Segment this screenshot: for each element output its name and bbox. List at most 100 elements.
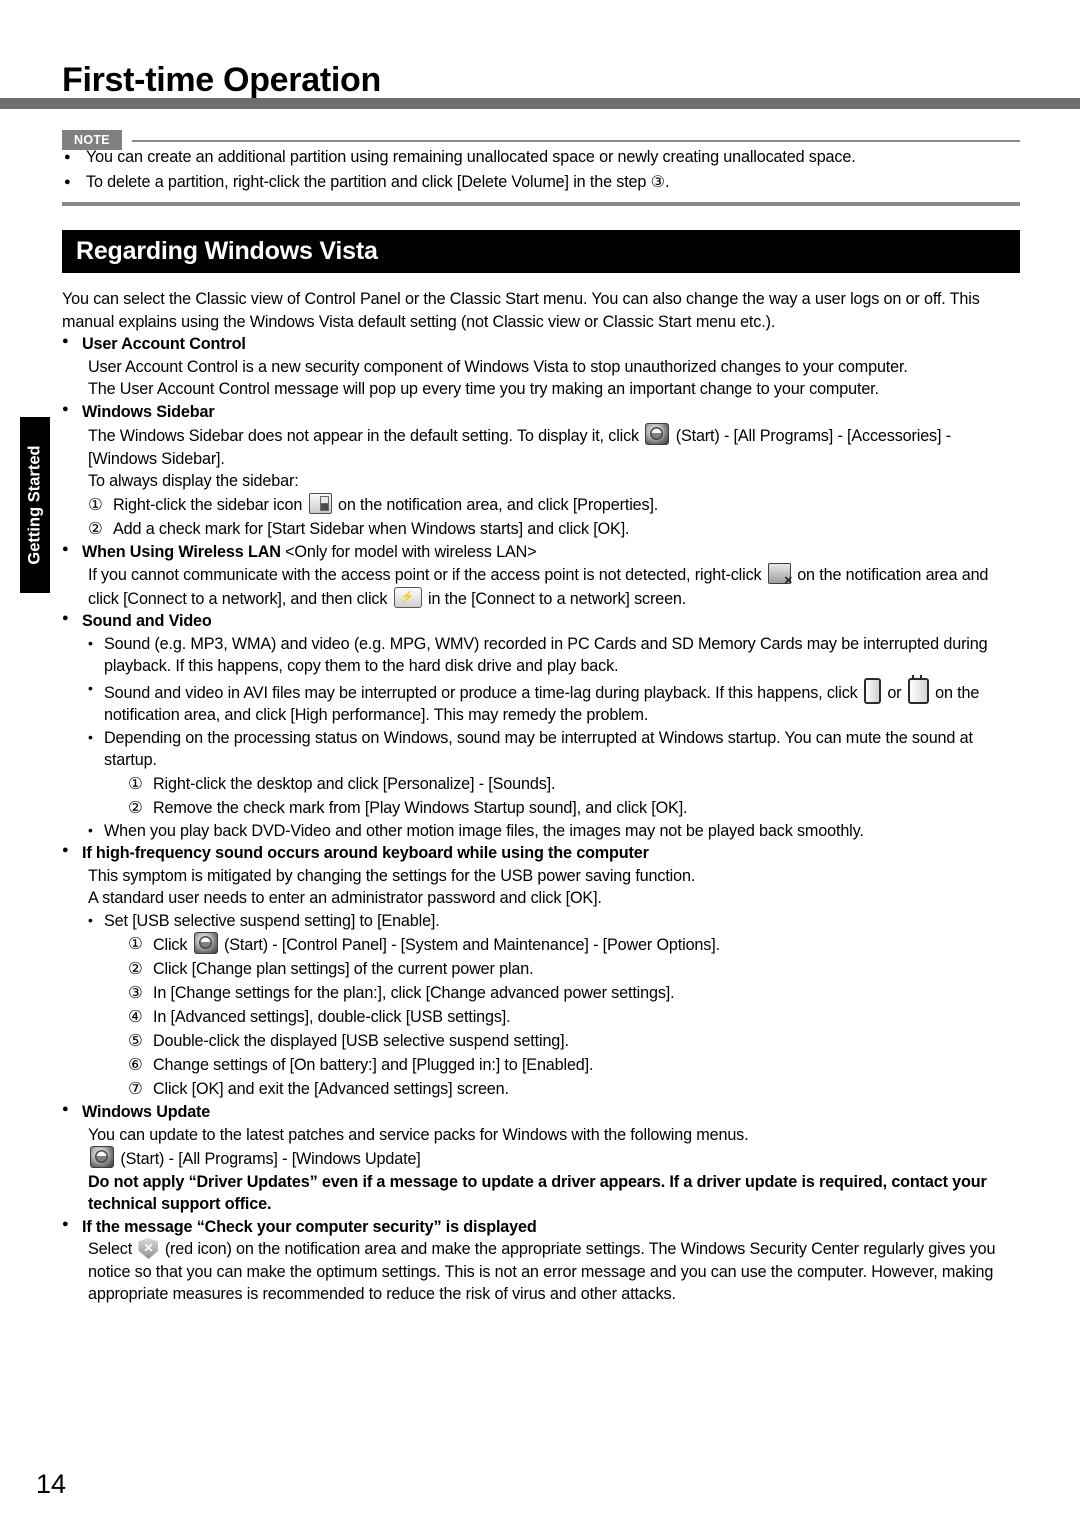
step-text: Change settings of [On battery:] and [Pl… — [153, 1056, 594, 1074]
sub-bullet: Depending on the processing status on Wi… — [88, 727, 1020, 772]
paragraph: You can update to the latest patches and… — [88, 1125, 749, 1144]
sub-bullet-text: Depending on the processing status on Wi… — [104, 728, 973, 770]
bullet-icon — [62, 401, 82, 419]
sub-bullet-text: Set [USB selective suspend setting] to [… — [104, 911, 440, 930]
step-text: In [Change settings for the plan:], clic… — [153, 984, 675, 1002]
numbered-step: ① Right-click the sidebar icon on the no… — [88, 492, 1020, 517]
topic-heading-bold: When Using Wireless LAN — [82, 542, 281, 561]
bullet-icon — [62, 333, 82, 351]
topic-body: Sound (e.g. MP3, WMA) and video (e.g. MP… — [62, 633, 1020, 843]
topic-body: User Account Control is a new security c… — [62, 356, 1020, 401]
connect-to-network-button-icon — [393, 586, 422, 608]
side-tab-label: Getting Started — [25, 445, 44, 565]
topic-body: If you cannot communicate with the acces… — [62, 563, 1020, 610]
step-number: ⑥ — [128, 1056, 143, 1074]
sub-bullet-icon — [88, 727, 104, 750]
power-plug-icon — [907, 674, 929, 704]
numbered-step: ② Remove the check mark from [Play Windo… — [128, 796, 1020, 820]
paragraph: User Account Control is a new security c… — [88, 357, 908, 376]
step-text: Remove the check mark from [Play Windows… — [153, 798, 688, 817]
paragraph-part: (red icon) on the notification area and … — [88, 1240, 996, 1303]
topic-heading: Windows Update — [82, 1103, 211, 1121]
document-page: First-time Operation Getting Started NOT… — [0, 0, 1080, 1528]
note-item: You can create an additional partition u… — [62, 146, 1020, 171]
topic-user-account-control: User Account Control User Account Contro… — [62, 333, 1020, 401]
step-text: Right-click the desktop and click [Perso… — [153, 774, 556, 793]
paragraph: This symptom is mitigated by changing th… — [88, 866, 696, 885]
topic-windows-update: Windows Update You can update to the lat… — [62, 1101, 1020, 1216]
sub-bullet-part: Sound and video in AVI files may be inte… — [104, 683, 858, 702]
numbered-step: ② Add a check mark for [Start Sidebar wh… — [88, 517, 1020, 541]
bullet-icon — [62, 842, 82, 860]
sub-bullet-icon — [88, 633, 104, 656]
sub-bullet-icon — [88, 820, 104, 843]
topic-heading: Sound and Video — [82, 612, 212, 630]
sub-bullet: When you play back DVD-Video and other m… — [88, 820, 1020, 843]
numbered-step: ① Click (Start) - [Control Panel] - [Sys… — [128, 932, 1020, 957]
windows-start-orb-icon — [645, 423, 670, 445]
topic-heading-row: When Using Wireless LAN <Only for model … — [62, 541, 1020, 564]
paragraph-part: The Windows Sidebar does not appear in t… — [88, 427, 639, 445]
paragraph-part: Select — [88, 1240, 133, 1258]
sub-bullet-steps: ① Right-click the desktop and click [Per… — [88, 772, 1020, 820]
step-text: Click [Change plan settings] of the curr… — [153, 960, 534, 978]
step-text: Double-click the displayed [USB selectiv… — [153, 1032, 569, 1050]
paragraph-part: in the [Connect to a network] screen. — [428, 589, 687, 608]
note-item-text: You can create an additional partition u… — [86, 148, 856, 166]
step-text: Click [OK] and exit the [Advanced settin… — [153, 1080, 509, 1098]
step-text-part: Click — [153, 936, 188, 954]
windows-start-orb-icon — [193, 932, 218, 954]
numbered-step: ⑦ Click [OK] and exit the [Advanced sett… — [128, 1077, 1020, 1101]
sub-bullet-text: Sound (e.g. MP3, WMA) and video (e.g. MP… — [104, 634, 988, 676]
step-text: In [Advanced settings], double-click [US… — [153, 1008, 511, 1026]
sub-bullet-text: Sound and video in AVI files may be inte… — [104, 674, 1020, 727]
topic-heading: Windows Sidebar — [82, 402, 215, 421]
paragraph: The Windows Sidebar does not appear in t… — [88, 423, 1020, 470]
sub-bullet-icon — [88, 910, 104, 933]
step-number: ① — [88, 495, 103, 514]
topic-computer-security: If the message “Check your computer secu… — [62, 1216, 1020, 1306]
topic-heading-row: If the message “Check your computer secu… — [62, 1216, 1020, 1239]
note-bottom-divider — [62, 202, 1020, 206]
topic-heading: If the message “Check your computer secu… — [82, 1217, 537, 1236]
step-text-part: (Start) - [Control Panel] - [System and … — [224, 936, 720, 954]
topic-heading-row: Windows Sidebar — [62, 401, 1020, 424]
note-badge: NOTE — [62, 130, 122, 151]
paragraph: Select (red icon) on the notification ar… — [88, 1238, 1020, 1306]
numbered-step: ② Click [Change plan settings] of the cu… — [128, 957, 1020, 981]
windows-start-orb-icon — [90, 1146, 114, 1168]
paragraph-part: (Start) - [All Programs] - [Windows Upda… — [120, 1150, 421, 1168]
step-number: ② — [128, 960, 143, 978]
warning-text: Do not apply “Driver Updates” even if a … — [88, 1172, 987, 1214]
topic-body: Select (red icon) on the notification ar… — [62, 1238, 1020, 1306]
topic-heading: When Using Wireless LAN <Only for model … — [82, 541, 1020, 564]
topic-sound-and-video: Sound and Video Sound (e.g. MP3, WMA) an… — [62, 610, 1020, 842]
sub-bullet-text: When you play back DVD-Video and other m… — [104, 821, 864, 840]
step-number: ② — [128, 798, 143, 817]
paragraph-part: If you cannot communicate with the acces… — [88, 566, 762, 584]
paragraph: The User Account Control message will po… — [88, 380, 879, 398]
note-item-text: To delete a partition, right-click the p… — [86, 172, 670, 191]
security-center-shield-icon — [138, 1238, 159, 1259]
step-number: ④ — [128, 1008, 143, 1026]
step-text-part: on the notification area, and click [Pro… — [337, 495, 659, 514]
step-number: ① — [128, 935, 143, 953]
step-text: Click (Start) - [Control Panel] - [Syste… — [153, 932, 1020, 957]
side-tab-getting-started: Getting Started — [20, 417, 50, 593]
page-title: First-time Operation — [62, 60, 381, 99]
bullet-icon — [62, 1216, 82, 1234]
sidebar-tray-icon — [308, 492, 332, 514]
topic-body: The Windows Sidebar does not appear in t… — [62, 423, 1020, 541]
wireless-network-tray-icon — [767, 563, 793, 587]
title-divider — [0, 98, 1080, 109]
content-column: NOTE You can create an additional partit… — [62, 130, 1020, 1306]
topic-wireless-lan: When Using Wireless LAN <Only for model … — [62, 541, 1020, 611]
numbered-step: ① Right-click the desktop and click [Per… — [128, 772, 1020, 796]
sub-bullet: Sound and video in AVI files may be inte… — [88, 674, 1020, 727]
note-block: NOTE You can create an additional partit… — [62, 130, 1020, 206]
sub-bullet-part: or — [887, 683, 902, 702]
paragraph: (Start) - [All Programs] - [Windows Upda… — [88, 1146, 1020, 1171]
paragraph: A standard user needs to enter an admini… — [88, 889, 602, 907]
topic-heading-row: If high-frequency sound occurs around ke… — [62, 842, 1020, 865]
note-item: To delete a partition, right-click the p… — [62, 171, 1020, 196]
